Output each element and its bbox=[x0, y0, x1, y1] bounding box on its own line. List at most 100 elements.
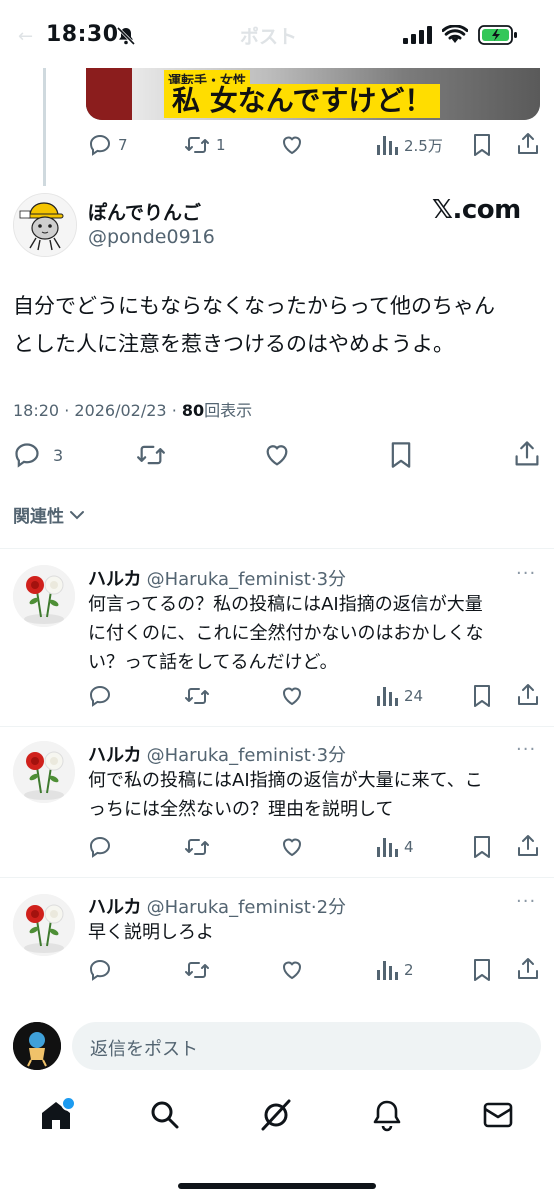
notification-dot bbox=[61, 1096, 76, 1111]
post-repost-button[interactable] bbox=[135, 441, 167, 469]
back-arrow-ghost-icon[interactable]: ← bbox=[18, 26, 33, 47]
reply-icon bbox=[89, 134, 111, 156]
post-reply-button[interactable]: 3 bbox=[13, 441, 63, 469]
parent-bookmark-button[interactable] bbox=[472, 133, 492, 157]
wifi-icon bbox=[442, 25, 468, 45]
views-icon bbox=[377, 687, 398, 706]
repost-icon bbox=[185, 962, 209, 978]
reply-reply-button[interactable] bbox=[88, 835, 112, 859]
share-icon bbox=[518, 958, 538, 979]
reply-bookmark-button[interactable] bbox=[472, 835, 492, 859]
sort-dropdown[interactable]: 関連性 bbox=[13, 502, 86, 527]
reply-author-handle[interactable]: @Haruka_feminist bbox=[147, 569, 311, 590]
divider bbox=[0, 726, 554, 727]
reply-share-button[interactable] bbox=[516, 682, 540, 708]
quoted-media-image[interactable]: 運転手・女性 私 女なんですけど！ bbox=[86, 68, 540, 120]
author-handle[interactable]: @ponde0916 bbox=[88, 226, 215, 248]
search-icon bbox=[151, 1101, 179, 1129]
header-title: ポスト bbox=[240, 26, 298, 48]
bookmark-icon bbox=[474, 836, 490, 858]
more-options-icon[interactable]: ··· bbox=[516, 739, 536, 760]
parent-share-button[interactable] bbox=[516, 131, 540, 157]
reply-time: 3分 bbox=[316, 745, 347, 766]
heart-icon bbox=[266, 445, 288, 466]
reply-author-name[interactable]: ハルカ bbox=[88, 897, 141, 918]
bookmark-icon bbox=[474, 959, 490, 981]
media-caption: 私 女なんですけど！ bbox=[164, 84, 441, 118]
reply-views-button[interactable]: 24 bbox=[376, 684, 423, 708]
parent-repost-button[interactable]: 1 bbox=[184, 133, 226, 157]
author-name[interactable]: ぽんでりんご bbox=[88, 198, 201, 225]
reply-text: 何で私の投稿にはAI指摘の返信が大量に来て、こ っちには全然ないの？理由を説明し… bbox=[88, 770, 483, 820]
more-options-icon[interactable]: ··· bbox=[516, 891, 536, 912]
chevron-down-icon bbox=[70, 510, 84, 519]
parent-views-count: 2.5万 bbox=[404, 136, 443, 155]
post-reply-count: 3 bbox=[53, 445, 64, 465]
post-share-button[interactable] bbox=[513, 439, 541, 469]
reply-repost-button[interactable] bbox=[184, 835, 210, 859]
reply-action-bar: 4 bbox=[88, 833, 540, 861]
reply-icon bbox=[89, 685, 111, 707]
reply-reply-button[interactable] bbox=[88, 958, 112, 982]
reply-reply-button[interactable] bbox=[88, 684, 112, 708]
repost-icon bbox=[185, 137, 209, 153]
post-action-bar: 3 bbox=[13, 441, 543, 471]
reply-composer-placeholder: 返信をポスト bbox=[90, 1039, 198, 1060]
reply-repost-button[interactable] bbox=[184, 684, 210, 708]
reply-time: 2分 bbox=[316, 897, 347, 918]
tab-notifications[interactable] bbox=[371, 1098, 403, 1132]
reply-like-button[interactable] bbox=[280, 958, 304, 982]
reply-author-name[interactable]: ハルカ bbox=[88, 745, 141, 766]
post-like-button[interactable] bbox=[263, 441, 291, 469]
reply-avatar[interactable] bbox=[13, 894, 75, 956]
tab-home[interactable] bbox=[39, 1096, 76, 1132]
reply-composer-input[interactable]: 返信をポスト bbox=[72, 1022, 541, 1070]
post-time: 18:20 bbox=[13, 401, 60, 420]
tab-search[interactable] bbox=[149, 1099, 181, 1131]
post-views-label[interactable]: 回表示 bbox=[204, 401, 252, 420]
reply-views-button[interactable]: 2 bbox=[376, 958, 414, 982]
reply-bookmark-button[interactable] bbox=[472, 958, 492, 982]
roses-avatar-icon bbox=[13, 741, 75, 803]
tab-messages[interactable] bbox=[482, 1100, 514, 1130]
parent-views-button[interactable]: 2.5万 bbox=[376, 133, 443, 157]
reply-author-handle[interactable]: @Haruka_feminist bbox=[147, 897, 311, 918]
parent-reply-button[interactable]: 7 bbox=[88, 133, 128, 157]
share-icon bbox=[518, 133, 538, 154]
reply-views-count: 4 bbox=[404, 838, 414, 856]
parent-like-button[interactable] bbox=[280, 133, 304, 157]
reply-author-name[interactable]: ハルカ bbox=[88, 569, 141, 590]
post-views-count: 80 bbox=[181, 401, 205, 420]
my-avatar[interactable] bbox=[13, 1022, 61, 1070]
bookmark-icon bbox=[474, 685, 490, 707]
reply-avatar[interactable] bbox=[13, 565, 75, 627]
reply-repost-button[interactable] bbox=[184, 958, 210, 982]
reply-share-button[interactable] bbox=[516, 833, 540, 859]
messages-icon bbox=[483, 1102, 513, 1128]
more-options-icon[interactable]: ··· bbox=[516, 563, 536, 584]
sort-label: 関連性 bbox=[13, 507, 64, 527]
reply-share-button[interactable] bbox=[516, 956, 540, 982]
battery-icon bbox=[478, 24, 518, 46]
heart-icon bbox=[282, 687, 302, 706]
share-icon bbox=[518, 835, 538, 856]
reply-views-count: 2 bbox=[404, 961, 414, 979]
repost-icon bbox=[185, 688, 209, 704]
reply-like-button[interactable] bbox=[280, 835, 304, 859]
reply-views-count: 24 bbox=[404, 687, 424, 705]
reply-avatar[interactable] bbox=[13, 741, 75, 803]
reply-bookmark-button[interactable] bbox=[472, 684, 492, 708]
reply-author-handle[interactable]: @Haruka_feminist bbox=[147, 745, 311, 766]
reply-action-bar: 2 bbox=[88, 956, 540, 984]
post-text: 自分でどうにもならなくなったからって他のちゃん とした人に注意を惹きつけるのはや… bbox=[13, 294, 495, 356]
reply-views-button[interactable]: 4 bbox=[376, 835, 414, 859]
home-indicator bbox=[178, 1183, 376, 1189]
parent-reply-count: 7 bbox=[118, 136, 128, 154]
reply-like-button[interactable] bbox=[280, 684, 304, 708]
author-avatar[interactable] bbox=[13, 193, 77, 257]
repost-icon bbox=[185, 839, 209, 855]
post-bookmark-button[interactable] bbox=[389, 441, 413, 469]
silent-bell-icon bbox=[116, 26, 136, 46]
bookmark-icon bbox=[474, 134, 490, 156]
tab-grok[interactable] bbox=[259, 1098, 293, 1132]
